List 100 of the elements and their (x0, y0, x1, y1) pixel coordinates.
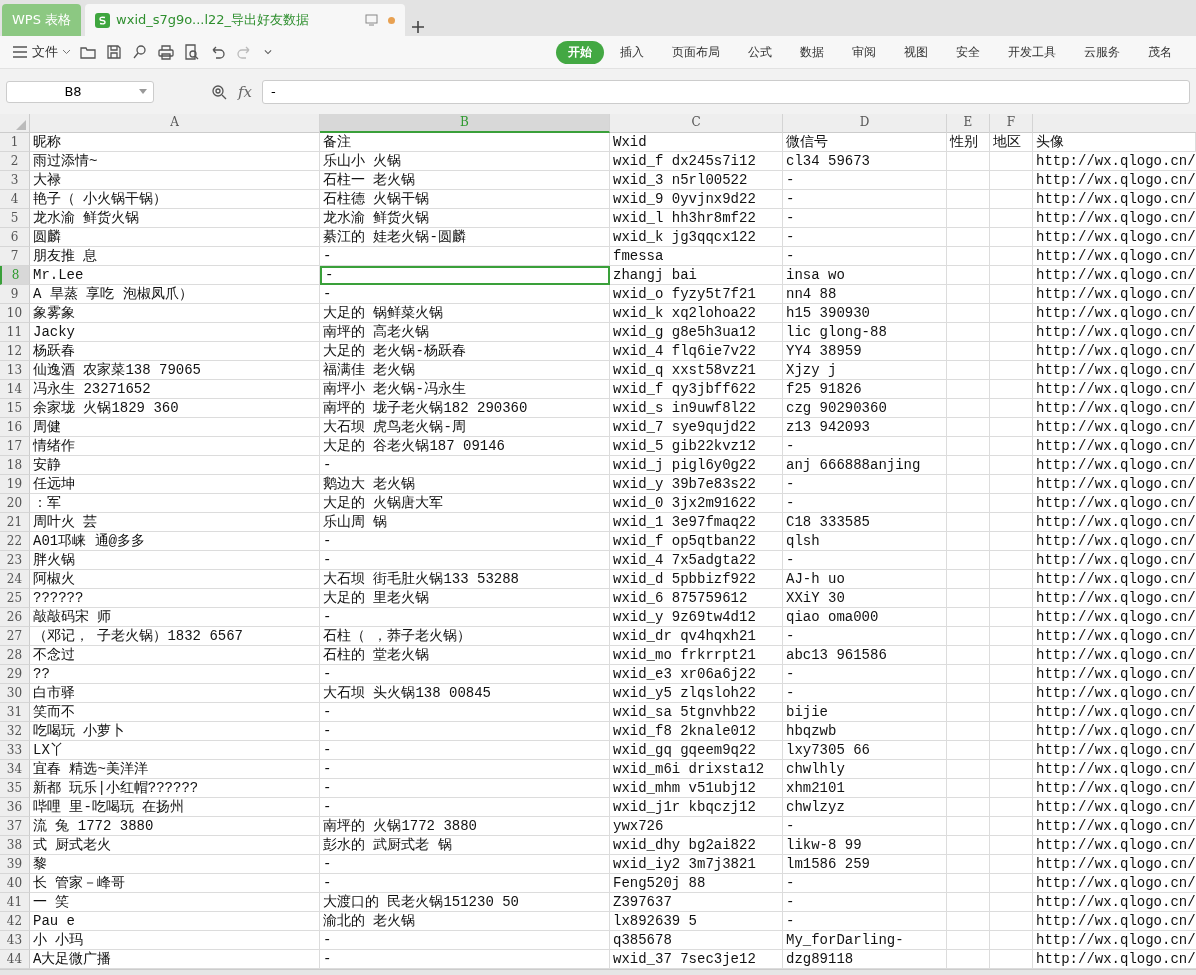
row-header[interactable]: 24 (0, 570, 30, 589)
row-header[interactable]: 43 (0, 931, 30, 950)
row-header[interactable]: 17 (0, 437, 30, 456)
table-cell: http://wx.qlogo.cn/ (1033, 532, 1196, 551)
document-tab[interactable]: wxid_s7g9o...l22_导出好友数据 (85, 4, 406, 36)
table-cell: - (783, 817, 947, 836)
table-cell: ?? (30, 665, 320, 684)
column-header[interactable]: D (783, 114, 947, 133)
row-header[interactable]: 19 (0, 475, 30, 494)
print-preview-icon[interactable] (183, 43, 201, 61)
row-header[interactable]: 38 (0, 836, 30, 855)
formula-field[interactable]: - (262, 79, 1190, 104)
table-cell: Feng520j 88 (610, 874, 783, 893)
ribbon-tab[interactable]: 插入 (608, 40, 656, 64)
ribbon-tab[interactable]: 页面布局 (660, 40, 732, 64)
row-header[interactable]: 37 (0, 817, 30, 836)
empty-cell (947, 817, 990, 836)
table-cell: h15 390930 (783, 304, 947, 323)
row-header[interactable]: 28 (0, 646, 30, 665)
row-header[interactable]: 3 (0, 171, 30, 190)
row-header[interactable]: 14 (0, 380, 30, 399)
ribbon-tab[interactable]: 开发工具 (996, 40, 1068, 64)
ribbon-tab[interactable]: 数据 (788, 40, 836, 64)
table-cell: 乐山周 锅 (320, 513, 610, 532)
table-cell: http://wx.qlogo.cn/ (1033, 418, 1196, 437)
row-header[interactable]: 7 (0, 247, 30, 266)
row-header[interactable]: 10 (0, 304, 30, 323)
empty-cell (990, 665, 1033, 684)
row-header[interactable]: 25 (0, 589, 30, 608)
row-header[interactable]: 11 (0, 323, 30, 342)
zoom-icon[interactable] (210, 82, 228, 101)
row-header[interactable]: 23 (0, 551, 30, 570)
row-header[interactable]: 6 (0, 228, 30, 247)
row-header[interactable]: 27 (0, 627, 30, 646)
empty-cell (947, 532, 990, 551)
empty-cell (947, 399, 990, 418)
row-header[interactable]: 39 (0, 855, 30, 874)
ribbon-tab[interactable]: 云服务 (1072, 40, 1132, 64)
table-cell: - (783, 551, 947, 570)
empty-cell (990, 494, 1033, 513)
empty-cell (990, 703, 1033, 722)
function-label[interactable]: fx (238, 82, 252, 101)
name-box[interactable]: B8 (6, 80, 154, 103)
row-header[interactable]: 44 (0, 950, 30, 969)
row-header[interactable]: 2 (0, 152, 30, 171)
row-header[interactable]: 31 (0, 703, 30, 722)
table-cell: 彭水的 武厨式老 锅 (320, 836, 610, 855)
row-header[interactable]: 22 (0, 532, 30, 551)
row-header[interactable]: 16 (0, 418, 30, 437)
table-cell: xhm2101 (783, 779, 947, 798)
row-header[interactable]: 34 (0, 760, 30, 779)
row-header[interactable]: 40 (0, 874, 30, 893)
row-header[interactable]: 21 (0, 513, 30, 532)
row-header[interactable]: 20 (0, 494, 30, 513)
row-header[interactable]: 26 (0, 608, 30, 627)
row-header[interactable]: 18 (0, 456, 30, 475)
row-header[interactable]: 29 (0, 665, 30, 684)
table-cell: My_forDarling- (783, 931, 947, 950)
table-cell: - (320, 855, 610, 874)
row-header[interactable]: 33 (0, 741, 30, 760)
table-cell: A01邛崃 通@多多 (30, 532, 320, 551)
row-header[interactable]: 15 (0, 399, 30, 418)
table-cell: insa wo (783, 266, 947, 285)
print-icon[interactable] (157, 43, 175, 61)
file-menu[interactable]: 文件 (12, 43, 71, 61)
table-cell: - (320, 266, 610, 285)
ribbon-tab[interactable]: 视图 (892, 40, 940, 64)
ribbon-tab[interactable]: 茂名 (1136, 40, 1184, 64)
row-header[interactable]: 41 (0, 893, 30, 912)
table-cell: ：军 (30, 494, 320, 513)
row-header[interactable]: 35 (0, 779, 30, 798)
row-header[interactable]: 12 (0, 342, 30, 361)
table-cell: http://wx.qlogo.cn/ (1033, 855, 1196, 874)
row-header[interactable]: 1 (0, 133, 30, 152)
column-header[interactable]: C (610, 114, 783, 133)
empty-cell (990, 893, 1033, 912)
save-icon[interactable] (105, 43, 123, 61)
row-header[interactable]: 36 (0, 798, 30, 817)
row-header[interactable]: 4 (0, 190, 30, 209)
ribbon-tab[interactable]: 公式 (736, 40, 784, 64)
row-header[interactable]: 30 (0, 684, 30, 703)
row-header[interactable]: 5 (0, 209, 30, 228)
table-cell: wxid_j pigl6y0g22 (610, 456, 783, 475)
row-header[interactable]: 13 (0, 361, 30, 380)
column-header[interactable]: F (990, 114, 1033, 133)
table-cell: - (783, 893, 947, 912)
table-cell: 綦江的 娃老火锅-圆麟 (320, 228, 610, 247)
column-header[interactable]: E (947, 114, 990, 133)
empty-cell (990, 247, 1033, 266)
search-icon[interactable] (131, 43, 149, 61)
table-cell: 南坪的 垅子老火锅182 290360 (320, 399, 610, 418)
table-cell: http://wx.qlogo.cn/ (1033, 247, 1196, 266)
row-header[interactable]: 9 (0, 285, 30, 304)
ribbon-tab[interactable]: 审阅 (840, 40, 888, 64)
row-header[interactable]: 42 (0, 912, 30, 931)
ribbon-tab[interactable]: 安全 (944, 40, 992, 64)
table-cell: - (320, 741, 610, 760)
row-header[interactable]: 32 (0, 722, 30, 741)
table-cell: hbqzwb (783, 722, 947, 741)
empty-cell (990, 570, 1033, 589)
